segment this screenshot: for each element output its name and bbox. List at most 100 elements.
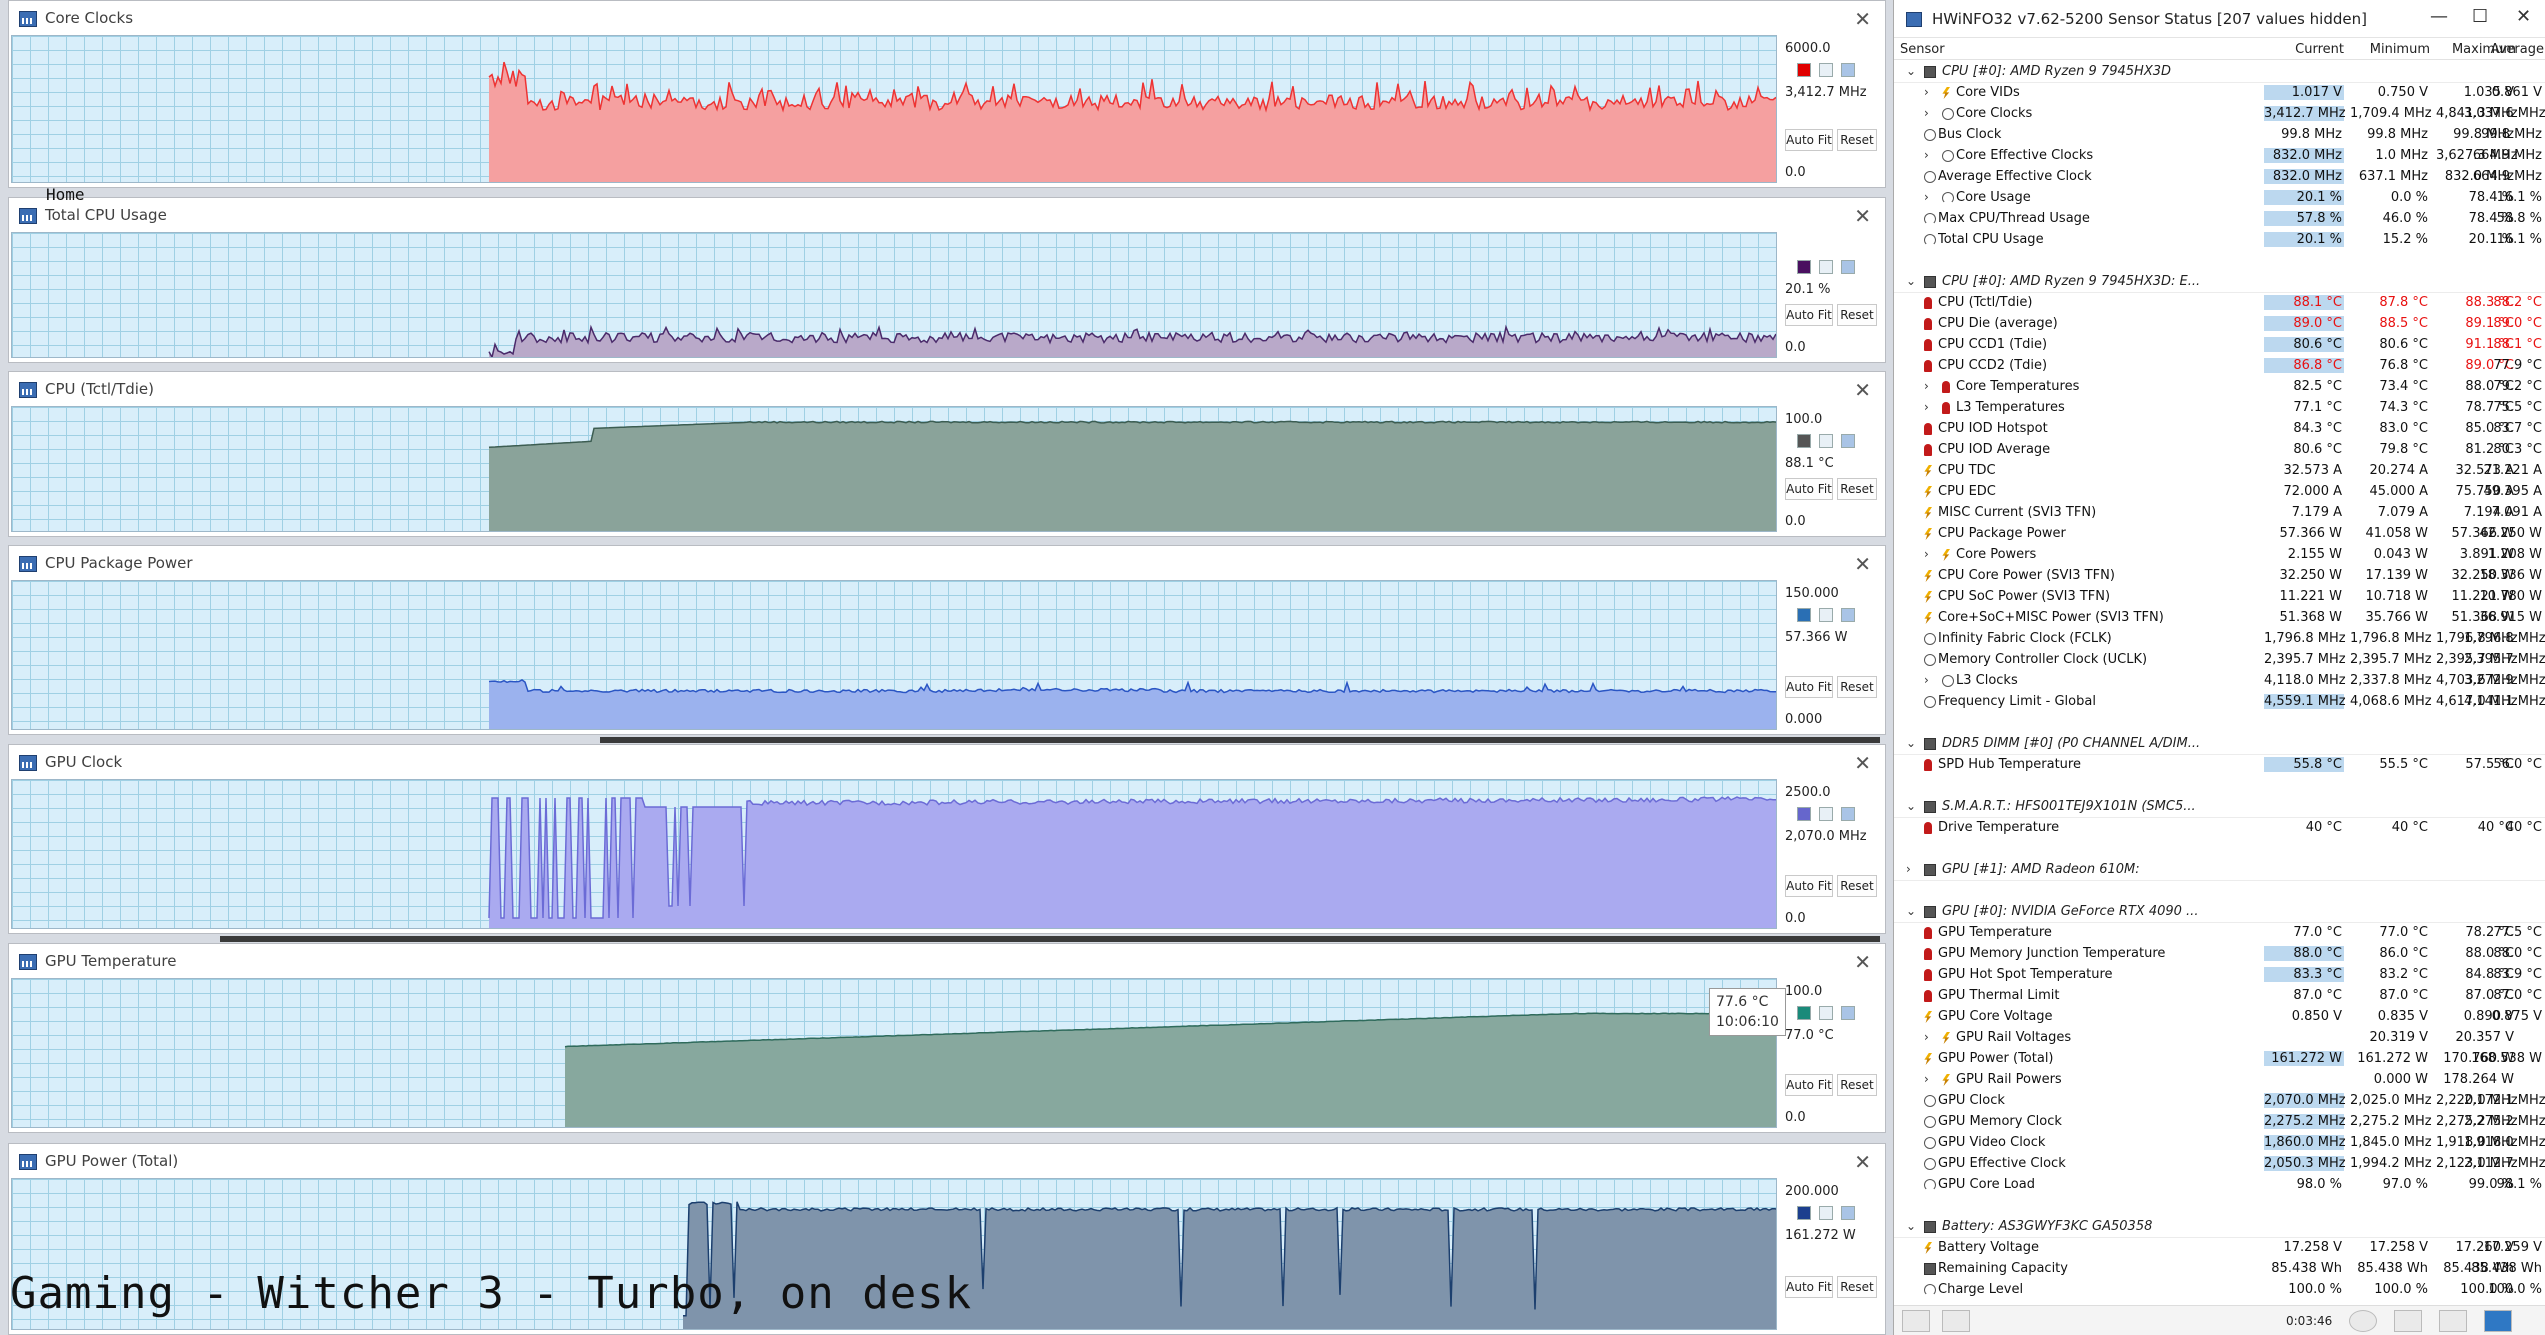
sensor-row[interactable]: › GPU Rail Voltages 20.319 V 20.357 V bbox=[1894, 1028, 2545, 1049]
expand-icon[interactable]: › bbox=[1924, 148, 1934, 162]
background-color-swatch[interactable] bbox=[1819, 807, 1833, 821]
sensor-row[interactable]: Bus Clock 99.8 MHz 99.8 MHz 99.8 MHz 99.8 MH… bbox=[1894, 125, 2545, 146]
sensor-row[interactable]: Memory Controller Clock (UCLK) 2,395.7 MH… bbox=[1894, 650, 2545, 671]
sensor-row[interactable]: › L3 Clocks 4,118.0 MHz 2,337.8 MHz 4,703.6 … bbox=[1894, 671, 2545, 692]
expand-icon[interactable]: › bbox=[1924, 400, 1934, 414]
series-color-swatch[interactable] bbox=[1797, 608, 1811, 622]
sensor-row[interactable]: Max CPU/Thread Usage 57.8 % 46.0 % 78.4 % 58… bbox=[1894, 209, 2545, 230]
graph-titlebar[interactable]: GPU Power (Total) ✕ bbox=[9, 1144, 1885, 1178]
grid-color-swatch[interactable] bbox=[1841, 260, 1855, 274]
background-color-swatch[interactable] bbox=[1819, 260, 1833, 274]
column-sensor[interactable]: Sensor bbox=[1900, 42, 1945, 57]
exit-icon[interactable] bbox=[2484, 1310, 2512, 1332]
sensor-row[interactable]: GPU Temperature 77.0 °C 77.0 °C 78.2 °C 77.5… bbox=[1894, 923, 2545, 944]
expand-icon[interactable]: › bbox=[1924, 106, 1934, 120]
sensor-row[interactable]: › L3 Temperatures 77.1 °C 74.3 °C 78.7 °C 75.… bbox=[1894, 398, 2545, 419]
auto-fit-button[interactable]: Auto Fit bbox=[1785, 304, 1833, 326]
sensor-row[interactable]: Battery Voltage 17.258 V 17.258 V 17.260 V1… bbox=[1894, 1238, 2545, 1259]
sensor-row[interactable]: GPU Thermal Limit 87.0 °C 87.0 °C 87.0 °C 87… bbox=[1894, 986, 2545, 1007]
graph-window-3[interactable]: CPU Package Power ✕ 150.000 57.366 W Aut… bbox=[8, 545, 1886, 735]
sensor-group[interactable]: ⌄ GPU [#0]: NVIDIA GeForce RTX 4090 ... bbox=[1894, 902, 2545, 923]
expand-icon[interactable]: › bbox=[1906, 862, 1916, 876]
column-minimum[interactable]: Minimum bbox=[2350, 42, 2430, 57]
sensor-row[interactable]: CPU IOD Hotspot 84.3 °C 83.0 °C 85.0 °C 83.7… bbox=[1894, 419, 2545, 440]
grid-color-swatch[interactable] bbox=[1841, 1006, 1855, 1020]
auto-fit-button[interactable]: Auto Fit bbox=[1785, 478, 1833, 500]
series-color-swatch[interactable] bbox=[1797, 1006, 1811, 1020]
sensor-row[interactable]: GPU Video Clock 1,860.0 MHz 1,845.0 MHz 1,9… bbox=[1894, 1133, 2545, 1154]
report-icon[interactable] bbox=[2394, 1310, 2422, 1332]
graph-titlebar[interactable]: GPU Clock ✕ bbox=[9, 745, 1885, 779]
collapse-icon[interactable]: ⌄ bbox=[1906, 274, 1916, 288]
auto-fit-button[interactable]: Auto Fit bbox=[1785, 1074, 1833, 1096]
graph-titlebar[interactable]: CPU Package Power ✕ bbox=[9, 546, 1885, 580]
graph-titlebar[interactable]: GPU Temperature ✕ bbox=[9, 944, 1885, 978]
reset-button[interactable]: Reset bbox=[1837, 1276, 1877, 1298]
sensor-row[interactable]: CPU CCD2 (Tdie) 86.8 °C 76.8 °C 89.0 °C 77.9… bbox=[1894, 356, 2545, 377]
sensor-row[interactable]: Core+SoC+MISC Power (SVI3 TFN) 51.368 W 35… bbox=[1894, 608, 2545, 629]
column-current[interactable]: Current bbox=[2264, 42, 2344, 57]
background-color-swatch[interactable] bbox=[1819, 63, 1833, 77]
grid-color-swatch[interactable] bbox=[1841, 807, 1855, 821]
collapse-icon[interactable]: ⌄ bbox=[1906, 64, 1916, 78]
background-color-swatch[interactable] bbox=[1819, 1006, 1833, 1020]
expand-icon[interactable]: › bbox=[1924, 190, 1934, 204]
reset-button[interactable]: Reset bbox=[1837, 1074, 1877, 1096]
series-color-swatch[interactable] bbox=[1797, 434, 1811, 448]
graph-window-1[interactable]: Total CPU Usage ✕ 20.1 % Auto Fit Reset … bbox=[8, 197, 1886, 363]
sensor-row[interactable]: › Core Clocks 3,412.7 MHz 1,709.4 MHz 4,841.… bbox=[1894, 104, 2545, 125]
sensor-group[interactable]: ⌄ CPU [#0]: AMD Ryzen 9 7945HX3D: E... bbox=[1894, 272, 2545, 293]
settings-icon[interactable] bbox=[2439, 1310, 2467, 1332]
expand-icon[interactable]: › bbox=[1924, 547, 1934, 561]
expand-icon[interactable]: › bbox=[1924, 1072, 1934, 1086]
sensor-row[interactable]: Charge Level 100.0 % 100.0 % 100.0 % 100.0 % bbox=[1894, 1280, 2545, 1301]
graph-close-icon[interactable]: ✕ bbox=[1854, 552, 1871, 576]
collapse-icon[interactable]: ⌄ bbox=[1906, 799, 1916, 813]
graph-window-2[interactable]: CPU (Tctl/Tdie) ✕ 100.0 88.1 °C Auto Fit… bbox=[8, 371, 1886, 537]
sensor-row[interactable]: CPU CCD1 (Tdie) 80.6 °C 80.6 °C 91.1 °C 88.1… bbox=[1894, 335, 2545, 356]
sensor-row[interactable]: GPU Memory Clock 2,275.2 MHz 2,275.2 MHz 2,… bbox=[1894, 1112, 2545, 1133]
auto-fit-button[interactable]: Auto Fit bbox=[1785, 875, 1833, 897]
grid-color-swatch[interactable] bbox=[1841, 1206, 1855, 1220]
grid-color-swatch[interactable] bbox=[1841, 434, 1855, 448]
sensor-row[interactable]: CPU Package Power 57.366 W 41.058 W 57.366 … bbox=[1894, 524, 2545, 545]
auto-fit-button[interactable]: Auto Fit bbox=[1785, 129, 1833, 151]
sensor-row[interactable]: CPU (Tctl/Tdie) 88.1 °C 87.8 °C 88.3 °C 88.2… bbox=[1894, 293, 2545, 314]
reset-button[interactable]: Reset bbox=[1837, 478, 1877, 500]
sensor-group[interactable]: ⌄ Battery: AS3GWYF3KC GA50358 bbox=[1894, 1217, 2545, 1238]
sensor-row[interactable]: Total CPU Usage 20.1 % 15.2 % 20.1 % 16.1 % bbox=[1894, 230, 2545, 251]
sensor-group[interactable]: ⌄ CPU [#0]: AMD Ryzen 9 7945HX3D bbox=[1894, 62, 2545, 83]
series-color-swatch[interactable] bbox=[1797, 260, 1811, 274]
background-color-swatch[interactable] bbox=[1819, 434, 1833, 448]
nav-forward-icon[interactable] bbox=[1942, 1310, 1970, 1332]
sensor-row[interactable]: › Core Powers 2.155 W 0.043 W 3.891 W 1.208 W bbox=[1894, 545, 2545, 566]
sensor-row[interactable]: GPU Effective Clock 2,050.3 MHz 1,994.2 MH… bbox=[1894, 1154, 2545, 1175]
sensor-row[interactable]: CPU SoC Power (SVI3 TFN) 11.221 W 10.718 W… bbox=[1894, 587, 2545, 608]
sensor-row[interactable]: Infinity Fabric Clock (FCLK) 1,796.8 MHz 1… bbox=[1894, 629, 2545, 650]
sensor-row[interactable]: › Core Temperatures 82.5 °C 73.4 °C 88.0 °C 7… bbox=[1894, 377, 2545, 398]
auto-fit-button[interactable]: Auto Fit bbox=[1785, 1276, 1833, 1298]
sensor-row[interactable]: CPU TDC 32.573 A 20.274 A 32.573 A 21.221 A bbox=[1894, 461, 2545, 482]
graph-close-icon[interactable]: ✕ bbox=[1854, 204, 1871, 228]
graph-titlebar[interactable]: Total CPU Usage ✕ bbox=[9, 198, 1885, 232]
graph-close-icon[interactable]: ✕ bbox=[1854, 378, 1871, 402]
graph-titlebar[interactable]: Core Clocks ✕ bbox=[9, 1, 1885, 35]
series-color-swatch[interactable] bbox=[1797, 807, 1811, 821]
sensor-row[interactable]: › GPU Rail Powers 0.000 W 178.264 W bbox=[1894, 1070, 2545, 1091]
close-button[interactable]: ✕ bbox=[2516, 6, 2531, 27]
reset-button[interactable]: Reset bbox=[1837, 676, 1877, 698]
nav-back-icon[interactable] bbox=[1902, 1310, 1930, 1332]
sensor-row[interactable]: GPU Memory Junction Temperature 88.0 °C 86… bbox=[1894, 944, 2545, 965]
graph-window-0[interactable]: Core Clocks ✕ 6000.0 3,412.7 MHz Auto Fi… bbox=[8, 0, 1886, 188]
graph-close-icon[interactable]: ✕ bbox=[1854, 7, 1871, 31]
sensor-row[interactable]: MISC Current (SVI3 TFN) 7.179 A 7.079 A 7.1… bbox=[1894, 503, 2545, 524]
sensor-row[interactable]: Average Effective Clock 832.0 MHz 637.1 MH… bbox=[1894, 167, 2545, 188]
graph-titlebar[interactable]: CPU (Tctl/Tdie) ✕ bbox=[9, 372, 1885, 406]
background-color-swatch[interactable] bbox=[1819, 608, 1833, 622]
sensor-row[interactable]: Frequency Limit - Global 4,559.1 MHz 4,068… bbox=[1894, 692, 2545, 713]
sensor-row[interactable]: SPD Hub Temperature 55.8 °C 55.5 °C 57.5 °C… bbox=[1894, 755, 2545, 776]
sensor-row[interactable]: Drive Temperature 40 °C 40 °C 40 °C 40 °C bbox=[1894, 818, 2545, 839]
grid-color-swatch[interactable] bbox=[1841, 63, 1855, 77]
graph-close-icon[interactable]: ✕ bbox=[1854, 1150, 1871, 1174]
column-average[interactable]: Average bbox=[2464, 42, 2544, 57]
